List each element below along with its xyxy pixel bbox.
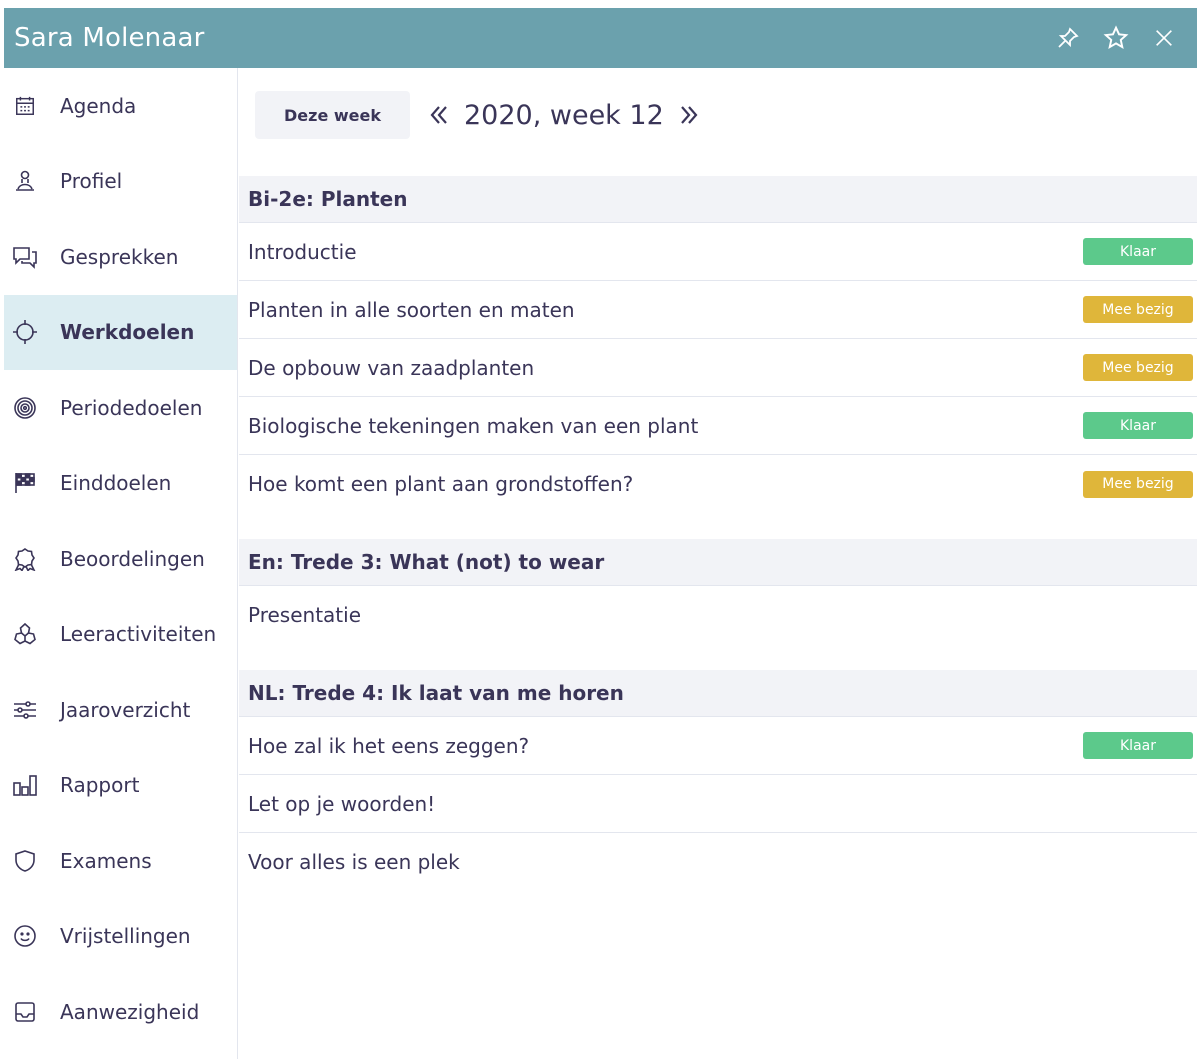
status-badge: Mee bezig <box>1083 354 1193 381</box>
week-navigation: Deze week 2020, week 12 <box>255 91 706 139</box>
sidebar-item-label: Agenda <box>60 93 137 118</box>
task-row[interactable]: Biologische tekeningen maken van een pla… <box>239 397 1197 455</box>
sliders-icon <box>12 697 38 723</box>
star-icon[interactable] <box>1103 25 1129 51</box>
next-week-icon[interactable] <box>672 98 706 132</box>
sidebar-item-label: Examens <box>60 848 152 873</box>
sidebar-item-label: Jaaroverzicht <box>60 697 191 722</box>
task-row[interactable]: Introductie Klaar <box>239 223 1197 281</box>
sidebar-item-label: Einddoelen <box>60 471 172 496</box>
task-label: Hoe zal ik het eens zeggen? <box>248 733 530 758</box>
pin-icon[interactable] <box>1055 25 1081 51</box>
sidebar-nav: Agenda Profiel Gesprekken Werkdoelen Per… <box>4 68 238 1059</box>
task-label: Voor alles is een plek <box>248 850 460 874</box>
sidebar-item-label: Beoordelingen <box>60 546 205 571</box>
task-label: Biologische tekeningen maken van een pla… <box>248 413 699 438</box>
award-icon <box>12 546 38 572</box>
sidebar-item-werkdoelen[interactable]: Werkdoelen <box>4 294 237 370</box>
task-label: Introductie <box>248 239 357 264</box>
status-badge: Klaar <box>1083 732 1193 759</box>
target-icon <box>12 395 38 421</box>
task-row[interactable]: Hoe komt een plant aan grondstoffen? Mee… <box>239 455 1197 513</box>
task-row[interactable]: De opbouw van zaadplanten Mee bezig <box>239 339 1197 397</box>
status-badge: Klaar <box>1083 412 1193 439</box>
task-row[interactable]: Planten in alle soorten en maten Mee bez… <box>239 281 1197 339</box>
title-bar: Sara Molenaar <box>4 8 1197 68</box>
group-header: Bi-2e: Planten <box>239 176 1197 223</box>
task-row[interactable]: Hoe zal ik het eens zeggen? Klaar <box>239 717 1197 775</box>
app-window: Sara Molenaar Agenda Profiel Gesprekken … <box>4 8 1197 1059</box>
bar-chart-icon <box>12 772 38 798</box>
sidebar-item-label: Aanwezigheid <box>60 999 200 1024</box>
sidebar-item-label: Rapport <box>60 773 140 798</box>
task-label: Hoe komt een plant aan grondstoffen? <box>248 472 634 496</box>
crosshair-icon <box>12 319 38 345</box>
group-header: En: Trede 3: What (not) to wear <box>239 539 1197 586</box>
smiley-icon <box>12 923 38 949</box>
checkered-flag-icon <box>12 470 38 496</box>
sidebar-item-gesprekken[interactable]: Gesprekken <box>4 219 237 295</box>
task-row[interactable]: Presentatie <box>239 586 1197 644</box>
goal-groups: Bi-2e: Planten Introductie Klaar Planten… <box>239 176 1197 891</box>
sidebar-item-examens[interactable]: Examens <box>4 823 237 899</box>
sidebar-item-label: Werkdoelen <box>60 320 195 345</box>
task-label: Let op je woorden! <box>248 791 436 816</box>
task-row[interactable]: Voor alles is een plek <box>239 833 1197 891</box>
sidebar-item-rapport[interactable]: Rapport <box>4 748 237 824</box>
status-badge: Mee bezig <box>1083 296 1193 323</box>
sidebar-item-label: Gesprekken <box>60 244 179 269</box>
this-week-button[interactable]: Deze week <box>255 91 410 139</box>
task-label: De opbouw van zaadplanten <box>248 355 535 380</box>
sidebar-item-label: Periodedoelen <box>60 395 203 420</box>
window-actions <box>1055 8 1177 68</box>
task-row[interactable]: Let op je woorden! <box>239 775 1197 833</box>
sidebar-item-profiel[interactable]: Profiel <box>4 144 237 220</box>
main-content: Deze week 2020, week 12 Bi-2e: Planten I… <box>239 68 1197 1059</box>
sidebar-item-jaaroverzicht[interactable]: Jaaroverzicht <box>4 672 237 748</box>
sidebar-item-agenda[interactable]: Agenda <box>4 68 237 144</box>
chat-icon <box>12 244 38 270</box>
activities-icon <box>12 621 38 647</box>
sidebar-item-leeractiviteiten[interactable]: Leeractiviteiten <box>4 597 237 673</box>
previous-week-icon[interactable] <box>422 98 456 132</box>
task-label: Presentatie <box>248 603 361 627</box>
sidebar-item-beoordelingen[interactable]: Beoordelingen <box>4 521 237 597</box>
inbox-icon <box>12 999 38 1025</box>
sidebar-item-aanwezigheid[interactable]: Aanwezigheid <box>4 974 237 1050</box>
close-icon[interactable] <box>1151 25 1177 51</box>
sidebar-item-label: Profiel <box>60 169 123 194</box>
calendar-icon <box>12 93 38 119</box>
group-header: NL: Trede 4: Ik laat van me horen <box>239 670 1197 717</box>
week-label: 2020, week 12 <box>464 99 664 131</box>
sidebar-item-einddoelen[interactable]: Einddoelen <box>4 446 237 522</box>
window-title: Sara Molenaar <box>14 23 205 53</box>
status-badge: Mee bezig <box>1083 470 1193 498</box>
sidebar-item-label: Leeractiviteiten <box>60 622 217 647</box>
sidebar-item-periodedoelen[interactable]: Periodedoelen <box>4 370 237 446</box>
profile-icon <box>12 168 38 194</box>
sidebar-item-vrijstellingen[interactable]: Vrijstellingen <box>4 899 237 975</box>
sidebar-item-label: Vrijstellingen <box>60 924 191 949</box>
status-badge: Klaar <box>1083 238 1193 265</box>
task-label: Planten in alle soorten en maten <box>248 297 575 322</box>
shield-icon <box>12 848 38 874</box>
